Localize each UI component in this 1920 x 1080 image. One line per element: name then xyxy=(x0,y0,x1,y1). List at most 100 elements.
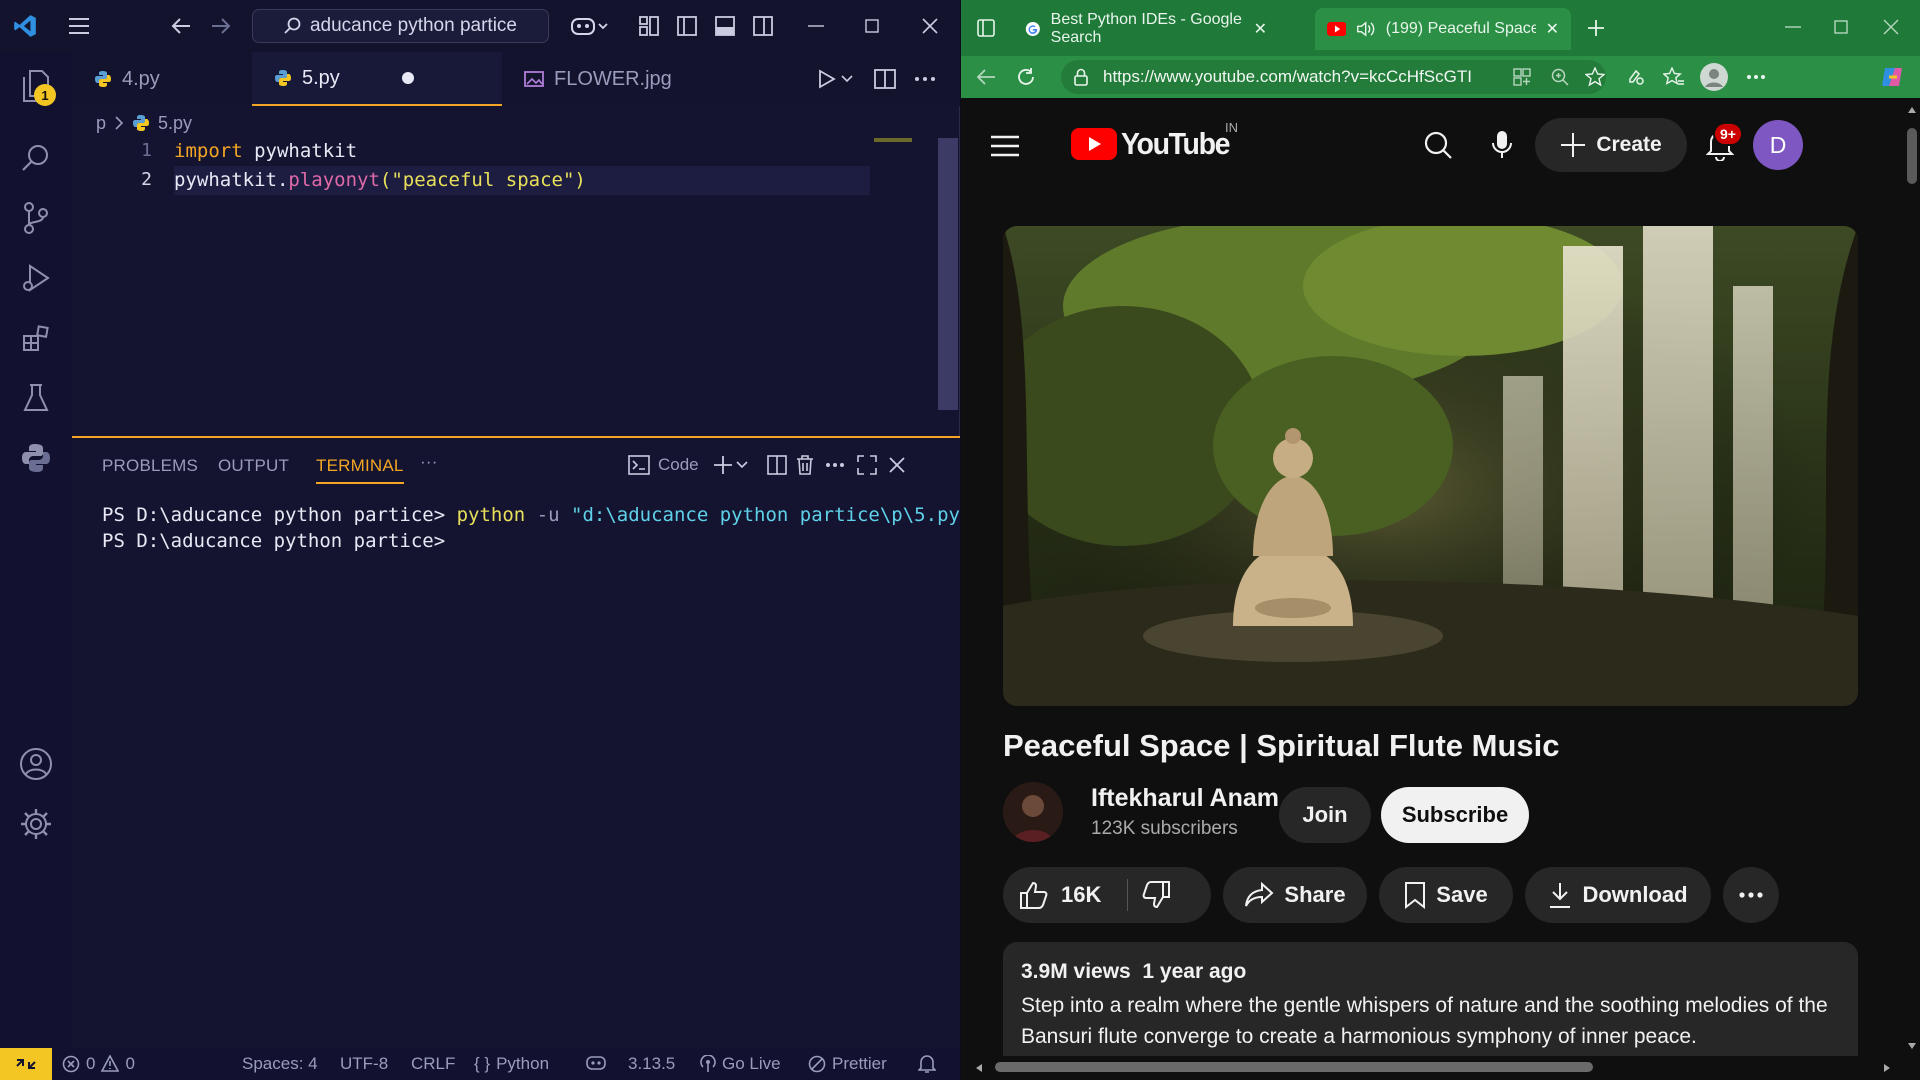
youtube-logo[interactable]: YouTube IN xyxy=(1071,120,1239,162)
address-bar[interactable]: https://www.youtube.com/watch?v=kcCcHfSc… xyxy=(1061,60,1606,94)
extensions-icon[interactable] xyxy=(14,316,58,360)
language-mode-status[interactable]: { } Python xyxy=(474,1054,549,1074)
explorer-icon[interactable]: 1 xyxy=(14,64,58,108)
download-button[interactable]: Download xyxy=(1525,867,1711,923)
read-aloud-icon[interactable] xyxy=(1621,62,1651,92)
toggle-secondary-sidebar-icon[interactable] xyxy=(746,10,780,42)
indentation-status[interactable]: Spaces: 4 xyxy=(242,1054,318,1074)
channel-avatar[interactable] xyxy=(1003,782,1063,842)
favorites-icon[interactable] xyxy=(1659,62,1689,92)
toggle-panel-icon[interactable] xyxy=(708,10,742,42)
toggle-primary-sidebar-icon[interactable] xyxy=(670,10,704,42)
lock-icon[interactable] xyxy=(1073,68,1089,86)
panel-more-tabs[interactable]: ··· xyxy=(420,452,438,472)
new-tab-plus-icon[interactable] xyxy=(1581,13,1611,43)
run-debug-icon[interactable] xyxy=(14,256,58,300)
audio-playing-icon[interactable] xyxy=(1356,19,1375,39)
scrollbar-thumb[interactable] xyxy=(995,1062,1593,1072)
page-vertical-scrollbar[interactable] xyxy=(1904,98,1920,1066)
dislike-button[interactable] xyxy=(1141,880,1171,910)
code-editor[interactable]: 1 2 import pywhatkit pywhatkit.playonyt(… xyxy=(72,138,938,438)
split-editor-icon[interactable] xyxy=(870,64,900,94)
tab-flower-jpg[interactable]: FLOWER.jpg xyxy=(502,52,682,106)
hamburger-menu-icon[interactable] xyxy=(987,128,1023,164)
editor-scrollbar[interactable] xyxy=(938,138,958,410)
join-button[interactable]: Join xyxy=(1279,787,1371,843)
app-available-icon[interactable] xyxy=(1513,68,1531,86)
code-line-2[interactable]: pywhatkit.playonyt("peaceful space") xyxy=(174,169,586,191)
tab-actions-icon[interactable] xyxy=(971,13,1001,43)
terminal-dropdown-chevron-icon[interactable] xyxy=(732,450,752,480)
scroll-left-arrow-icon[interactable] xyxy=(975,1063,983,1073)
maximize-panel-icon[interactable] xyxy=(852,450,882,480)
python-icon[interactable] xyxy=(14,436,58,480)
copilot-icon[interactable] xyxy=(566,10,614,42)
minimap[interactable] xyxy=(874,138,912,142)
notifications-bell-icon[interactable] xyxy=(918,1054,936,1074)
tab-terminal[interactable]: TERMINAL xyxy=(316,456,404,484)
browser-refresh-icon[interactable] xyxy=(1011,62,1041,92)
like-button[interactable]: 16K xyxy=(1019,880,1101,910)
scrollbar-thumb[interactable] xyxy=(1907,128,1917,184)
subscribe-button[interactable]: Subscribe xyxy=(1381,787,1529,843)
account-avatar[interactable]: D xyxy=(1753,120,1803,170)
python-version-status[interactable]: 3.13.5 xyxy=(628,1054,675,1074)
source-control-icon[interactable] xyxy=(14,196,58,240)
close-tab-icon[interactable]: ✕ xyxy=(1254,19,1267,39)
microphone-icon[interactable] xyxy=(1481,124,1523,166)
go-live-button[interactable]: Go Live xyxy=(700,1054,781,1074)
channel-name[interactable]: Iftekharul Anam xyxy=(1091,784,1307,813)
copilot-icon[interactable] xyxy=(1877,62,1907,92)
encoding-status[interactable]: UTF-8 xyxy=(340,1054,388,1074)
browser-close-icon[interactable] xyxy=(1863,0,1919,54)
back-arrow-icon[interactable] xyxy=(164,10,198,42)
run-dropdown-chevron-icon[interactable] xyxy=(837,64,857,94)
accounts-icon[interactable] xyxy=(14,742,58,786)
maximize-icon[interactable] xyxy=(844,0,900,52)
breadcrumb-folder[interactable]: p xyxy=(96,113,106,134)
tab-4-py[interactable]: 4.py xyxy=(72,52,238,106)
testing-flask-icon[interactable] xyxy=(14,376,58,420)
tab-output[interactable]: OUTPUT xyxy=(218,456,289,476)
problems-status[interactable]: 0 0 xyxy=(62,1054,135,1074)
search-icon[interactable] xyxy=(1417,124,1459,166)
more-actions-icon[interactable] xyxy=(910,64,940,94)
panel-more-actions-icon[interactable] xyxy=(820,450,850,480)
prettier-status[interactable]: Prettier xyxy=(808,1054,887,1074)
split-terminal-icon[interactable] xyxy=(762,450,792,480)
profile-avatar-icon[interactable] xyxy=(1697,60,1731,94)
close-icon[interactable] xyxy=(902,0,958,52)
description-box[interactable]: 3.9M views 1 year ago Step into a realm … xyxy=(1003,942,1858,1066)
eol-status[interactable]: CRLF xyxy=(411,1054,455,1074)
search-icon[interactable] xyxy=(14,136,58,180)
video-player[interactable] xyxy=(1003,226,1858,706)
scroll-down-arrow-icon[interactable] xyxy=(1907,1042,1917,1050)
breadcrumb-file[interactable]: 5.py xyxy=(158,113,192,134)
browser-back-icon[interactable] xyxy=(971,62,1001,92)
tab-5-py[interactable]: 5.py xyxy=(252,52,502,106)
terminal-line-2[interactable]: PS D:\aducance python partice> xyxy=(102,530,445,552)
minimize-icon[interactable] xyxy=(788,0,844,52)
close-panel-icon[interactable] xyxy=(882,450,912,480)
code-line-1[interactable]: import pywhatkit xyxy=(174,140,357,162)
zoom-icon[interactable] xyxy=(1551,68,1569,86)
save-button[interactable]: Save xyxy=(1379,867,1513,923)
browser-tab-youtube[interactable]: (199) Peaceful Space | Spiritu ✕ xyxy=(1315,8,1571,50)
customize-layout-icon[interactable] xyxy=(632,10,666,42)
settings-more-icon[interactable] xyxy=(1741,62,1771,92)
tab-problems[interactable]: PROBLEMS xyxy=(102,456,198,476)
browser-maximize-icon[interactable] xyxy=(1813,0,1869,54)
close-tab-icon[interactable]: ✕ xyxy=(1546,19,1559,39)
share-button[interactable]: Share xyxy=(1223,867,1367,923)
more-actions-button[interactable] xyxy=(1723,867,1779,923)
remote-indicator-icon[interactable] xyxy=(0,1048,52,1080)
create-button[interactable]: Create xyxy=(1535,118,1687,172)
copilot-status-icon[interactable] xyxy=(585,1054,607,1072)
menu-icon[interactable] xyxy=(62,10,96,42)
scroll-right-arrow-icon[interactable] xyxy=(1883,1063,1891,1073)
favorite-star-icon[interactable] xyxy=(1585,67,1605,87)
forward-arrow-icon[interactable] xyxy=(204,10,238,42)
settings-gear-icon[interactable] xyxy=(14,802,58,846)
unsaved-dot-icon[interactable] xyxy=(401,72,414,84)
command-center-search[interactable]: aducance python partice xyxy=(252,9,549,43)
